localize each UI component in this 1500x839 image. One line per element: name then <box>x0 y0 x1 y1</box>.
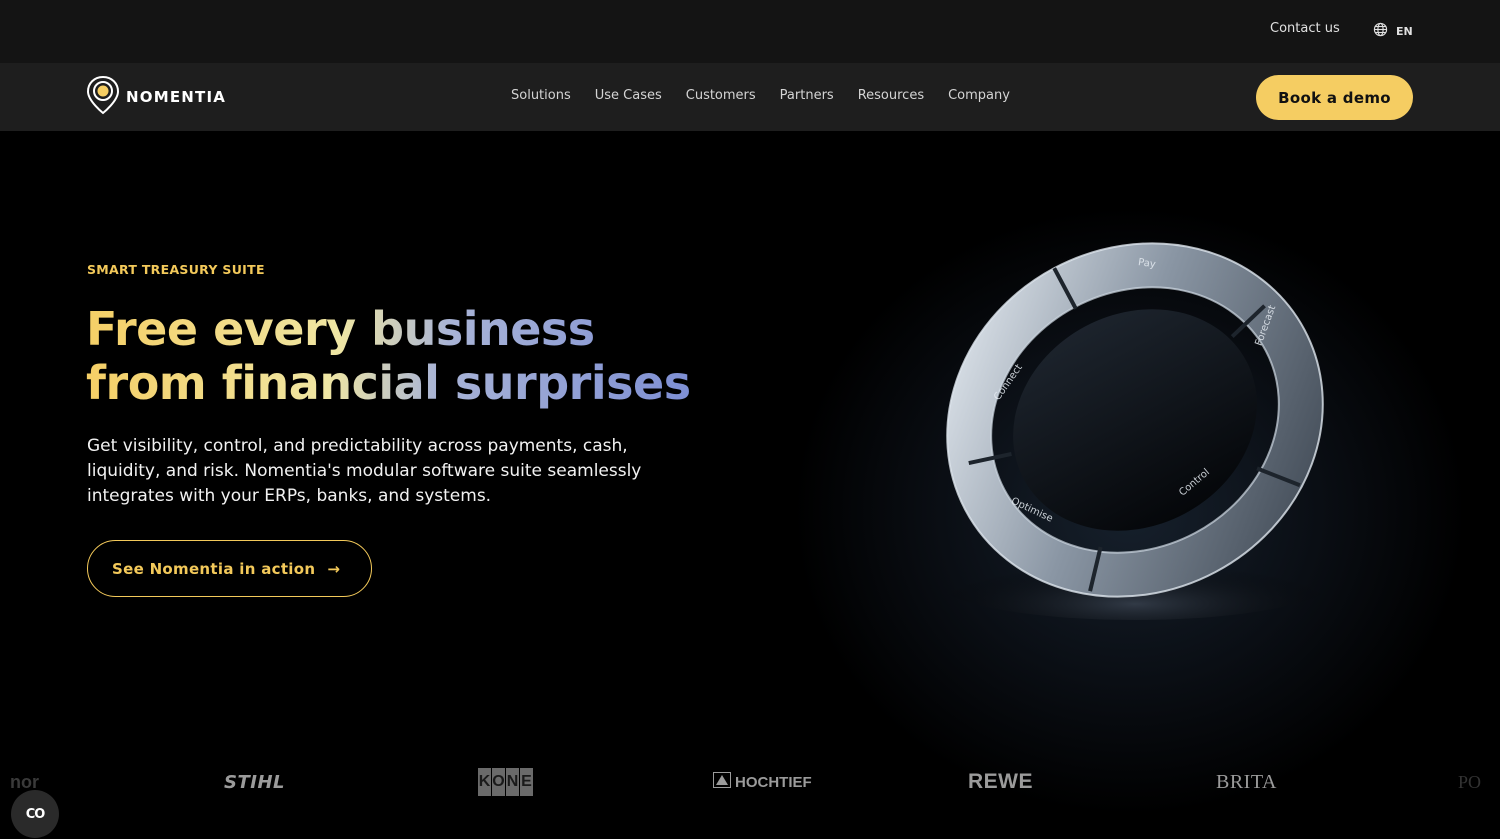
customer-logo-rewe: REWE <box>968 770 1033 793</box>
language-code: EN <box>1396 24 1413 38</box>
customer-logo-partial-right: PO <box>1458 771 1482 792</box>
language-selector[interactable]: EN <box>1373 22 1413 40</box>
cookie-consent-icon: CO <box>25 806 46 822</box>
kone-letter: N <box>506 768 519 796</box>
hero-headline: Free every business from financial surpr… <box>86 302 691 410</box>
location-pin-icon <box>86 75 120 119</box>
main-navigation: NOMENTIA Solutions Use Cases Customers P… <box>0 63 1500 131</box>
contact-us-link[interactable]: Contact us <box>1270 21 1340 36</box>
nav-item-resources[interactable]: Resources <box>858 88 924 103</box>
hero-eyebrow: SMART TREASURY SUITE <box>87 262 265 277</box>
brand-logo[interactable]: NOMENTIA <box>86 75 226 119</box>
triangle-icon <box>713 772 731 792</box>
kone-letter: E <box>520 768 533 796</box>
nav-links: Solutions Use Cases Customers Partners R… <box>511 88 1010 103</box>
nav-item-customers[interactable]: Customers <box>686 88 756 103</box>
nav-item-partners[interactable]: Partners <box>780 88 834 103</box>
hero-description: Get visibility, control, and predictabil… <box>87 436 642 506</box>
hochtief-text: HOCHTIEF <box>735 773 812 791</box>
brand-wordmark: NOMENTIA <box>126 88 227 106</box>
see-in-action-button[interactable]: See Nomentia in action → <box>87 540 372 597</box>
customer-logo-kone: K O N E <box>478 760 533 804</box>
utility-bar: Contact us EN <box>0 0 1500 63</box>
headline-line-1: Free every business <box>86 302 691 356</box>
customer-logo-stihl: STIHL <box>224 771 285 793</box>
book-demo-button[interactable]: Book a demo <box>1256 75 1413 120</box>
customer-logo-brita: BRITA <box>1216 770 1277 793</box>
headline-line-2: from financial surprises <box>86 356 691 410</box>
cookie-consent-button[interactable]: CO <box>11 790 59 838</box>
globe-icon <box>1373 22 1388 40</box>
customer-logos-strip: nor STIHL K O N E HOCHTIEF REWE BRITA PO <box>0 760 1500 804</box>
kone-letter: K <box>478 768 491 796</box>
cta-label: See Nomentia in action <box>112 559 316 578</box>
kone-letter: O <box>492 768 505 796</box>
nav-item-solutions[interactable]: Solutions <box>511 88 571 103</box>
arrow-right-icon: → <box>327 559 340 578</box>
nav-item-use-cases[interactable]: Use Cases <box>595 88 662 103</box>
customer-logo-hochtief: HOCHTIEF <box>713 760 812 804</box>
treasury-ring-illustration: Pay Forecast Control Optimise Connect <box>935 242 1335 620</box>
nav-item-company[interactable]: Company <box>948 88 1010 103</box>
